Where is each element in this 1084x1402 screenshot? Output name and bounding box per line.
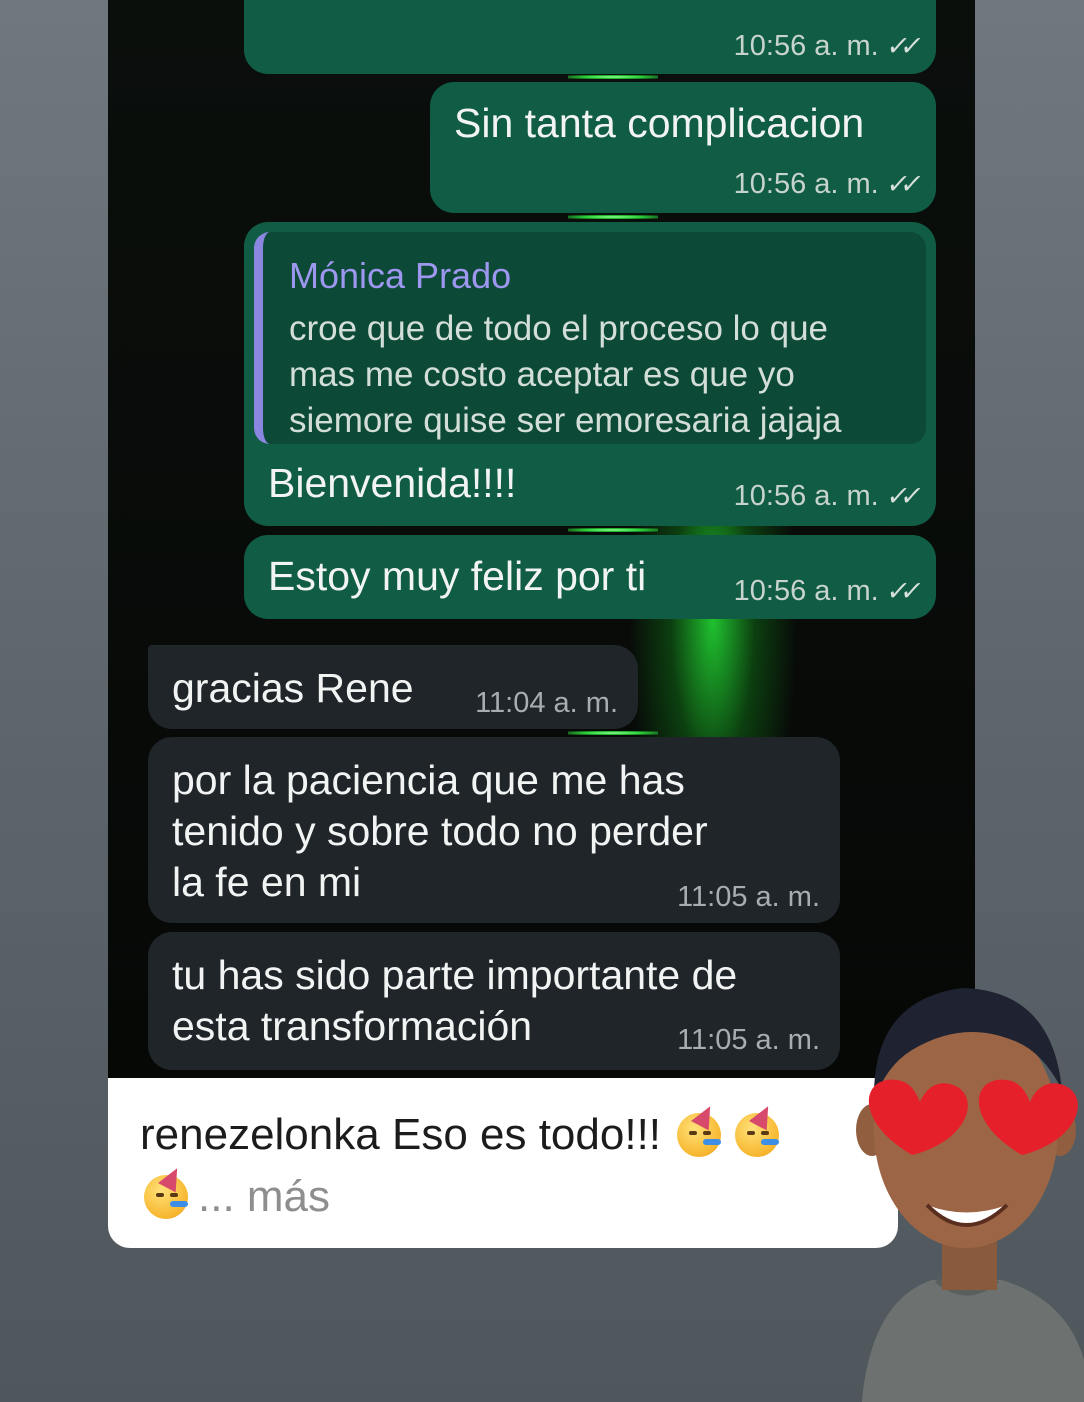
quote-author: Mónica Prado [289, 255, 512, 296]
quoted-message[interactable]: Mónica Prado croe que de todo el proceso… [254, 232, 926, 444]
caption-more-link[interactable]: ... más [198, 1172, 330, 1221]
message-time: 10:56 a. m. ✓✓ [733, 30, 917, 62]
message-text: tu has sido parte importante de esta tra… [172, 952, 738, 1049]
message-time: 10:56 a. m. ✓✓ [733, 168, 917, 200]
message-bubble-incoming: tu has sido parte importante de esta tra… [148, 932, 840, 1070]
message-bubble-outgoing: 10:56 a. m. ✓✓ [244, 0, 936, 74]
message-time: 11:04 a. m. [475, 687, 618, 719]
post-caption[interactable]: renezelonka Eso es todo!!! ... más [108, 1078, 898, 1248]
message-bubble-incoming: por la paciencia que me has tenido y sob… [148, 737, 840, 923]
message-bubble-incoming: gracias Rene 11:04 a. m. [148, 645, 638, 729]
message-text: por la paciencia que me has tenido y sob… [172, 757, 708, 905]
avatar-sticker-icon [856, 988, 1084, 1402]
partying-face-icon [731, 1101, 783, 1157]
double-check-icon: ✓✓ [884, 576, 917, 606]
caption-username[interactable]: renezelonka [140, 1110, 380, 1159]
message-time: 11:05 a. m. [677, 1024, 820, 1056]
quote-text: croe que de todo el proceso lo que mas m… [289, 309, 842, 440]
chat-screenshot: 10:56 a. m. ✓✓ Sin tanta complicacion 10:… [108, 0, 975, 1080]
message-text: gracias Rene [172, 665, 414, 711]
caption-text: Eso es todo!!! [391, 1110, 662, 1159]
double-check-icon: ✓✓ [884, 31, 917, 61]
message-bubble-outgoing: Sin tanta complicacion 10:56 a. m. ✓✓ [430, 82, 936, 213]
partying-face-icon [140, 1163, 192, 1219]
message-text: Sin tanta complicacion [454, 100, 865, 146]
message-time: 10:56 a. m. ✓✓ [733, 575, 917, 607]
message-time: 11:05 a. m. [677, 881, 820, 913]
message-bubble-reply: Mónica Prado croe que de todo el proceso… [244, 222, 936, 526]
double-check-icon: ✓✓ [884, 481, 917, 511]
message-text: Bienvenida!!!! [268, 460, 517, 506]
story-screen: 10:56 a. m. ✓✓ Sin tanta complicacion 10:… [0, 0, 1084, 1402]
message-time: 10:56 a. m. ✓✓ [733, 480, 917, 512]
partying-face-icon [673, 1101, 725, 1157]
double-check-icon: ✓✓ [884, 169, 917, 199]
message-bubble-outgoing: Estoy muy feliz por ti 10:56 a. m. ✓✓ [244, 535, 936, 619]
message-text: Estoy muy feliz por ti [268, 553, 647, 599]
